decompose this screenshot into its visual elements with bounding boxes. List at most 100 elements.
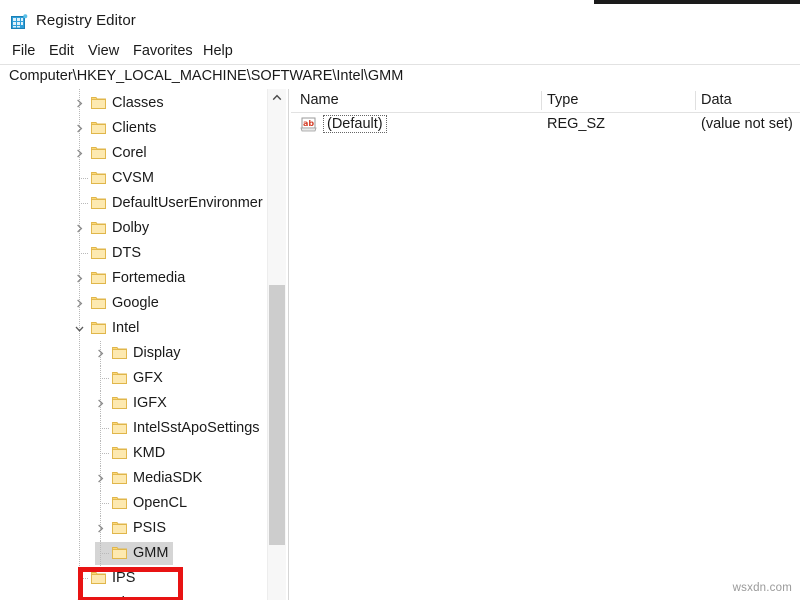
menu-item-file[interactable]: File bbox=[9, 42, 38, 60]
tree-item-label: MediaSDK bbox=[133, 470, 203, 486]
folder-icon bbox=[112, 496, 127, 510]
tree-item-mediasdk[interactable]: MediaSDK bbox=[0, 466, 268, 491]
tree-connector-line bbox=[100, 553, 109, 554]
tree-connector-line bbox=[100, 428, 109, 429]
tree-item-fortemedia[interactable]: Fortemedia bbox=[0, 266, 268, 291]
tree-connector-line bbox=[100, 378, 109, 379]
scrollbar-thumb[interactable] bbox=[269, 285, 285, 545]
folder-icon bbox=[91, 171, 106, 185]
folder-icon bbox=[91, 221, 106, 235]
folder-icon bbox=[91, 121, 106, 135]
tree-item-intelsstaposettings[interactable]: IntelSstApoSettings bbox=[0, 416, 268, 441]
registry-tree-pane[interactable]: Classes Clients Corel CVSM DefaultUserEnviro… bbox=[0, 89, 286, 600]
chevron-right-icon[interactable] bbox=[74, 223, 85, 234]
folder-icon bbox=[112, 471, 127, 485]
annotation-rectangle bbox=[78, 567, 183, 600]
tree-item-dts[interactable]: DTS bbox=[0, 241, 268, 266]
registry-editor-icon bbox=[11, 14, 28, 30]
tree-item-kmd[interactable]: KMD bbox=[0, 441, 268, 466]
tree-item-label: OpenCL bbox=[133, 495, 188, 511]
tree-item-label: Clients bbox=[112, 120, 157, 136]
column-header-type[interactable]: Type bbox=[547, 92, 578, 108]
menu-item-help[interactable]: Help bbox=[200, 42, 236, 60]
tree-item-label: Fortemedia bbox=[112, 270, 186, 286]
tree-item-gmm[interactable]: GMM bbox=[0, 541, 268, 566]
menu-item-view[interactable]: View bbox=[85, 42, 122, 60]
tree-item-psis[interactable]: PSIS bbox=[0, 516, 268, 541]
chevron-right-icon[interactable] bbox=[95, 398, 106, 409]
folder-icon bbox=[91, 296, 106, 310]
chevron-right-icon[interactable] bbox=[95, 523, 106, 534]
chevron-right-icon[interactable] bbox=[95, 348, 106, 359]
registry-editor-window: Registry Editor File Edit View Favorites… bbox=[0, 0, 800, 600]
tree-item-google[interactable]: Google bbox=[0, 291, 268, 316]
svg-text:ab: ab bbox=[303, 119, 314, 128]
folder-icon bbox=[112, 446, 127, 460]
watermark: wsxdn.com bbox=[732, 582, 792, 594]
tree-item-label: CVSM bbox=[112, 170, 154, 186]
tree-item-label: Intel bbox=[112, 320, 140, 336]
tree-item-label: GFX bbox=[133, 370, 163, 386]
chevron-right-icon[interactable] bbox=[74, 98, 85, 109]
chevron-right-icon[interactable] bbox=[74, 298, 85, 309]
tree-item-label: DTS bbox=[112, 245, 141, 261]
folder-icon bbox=[112, 521, 127, 535]
chevron-right-icon[interactable] bbox=[74, 148, 85, 159]
tree-item-label: IntelSstApoSettings bbox=[133, 420, 260, 436]
folder-icon bbox=[91, 246, 106, 260]
tree-connector-line bbox=[100, 453, 109, 454]
tree-item-label: Dolby bbox=[112, 220, 150, 236]
tree-connector-line bbox=[79, 203, 88, 204]
menu-item-favorites[interactable]: Favorites bbox=[130, 42, 196, 60]
table-row[interactable]: ab (Default) REG_SZ (value not set) bbox=[291, 112, 800, 138]
chevron-down-icon[interactable] bbox=[74, 323, 85, 334]
tree-item-label: PSIS bbox=[133, 520, 167, 536]
tree-item-label: GMM bbox=[133, 545, 169, 561]
registry-values-pane[interactable]: Name Type Data ab (Default) REG_SZ (valu… bbox=[291, 89, 800, 600]
value-name[interactable]: (Default) bbox=[323, 115, 387, 133]
string-value-icon: ab bbox=[300, 116, 318, 133]
folder-icon bbox=[91, 271, 106, 285]
tree-item-classes[interactable]: Classes bbox=[0, 91, 268, 116]
value-data: (value not set) bbox=[701, 116, 793, 132]
menu-item-edit[interactable]: Edit bbox=[46, 42, 77, 60]
column-divider-2[interactable] bbox=[695, 91, 696, 110]
value-type: REG_SZ bbox=[547, 116, 606, 132]
tree-item-defaultuserenvironmer[interactable]: DefaultUserEnvironmer bbox=[0, 191, 268, 216]
tree-connector-line bbox=[100, 503, 109, 504]
folder-icon bbox=[112, 546, 127, 560]
chevron-right-icon[interactable] bbox=[74, 123, 85, 134]
tree-vertical-scrollbar[interactable] bbox=[267, 89, 286, 600]
folder-icon bbox=[112, 421, 127, 435]
tree-item-corel[interactable]: Corel bbox=[0, 141, 268, 166]
column-divider-1[interactable] bbox=[541, 91, 542, 110]
tree-item-clients[interactable]: Clients bbox=[0, 116, 268, 141]
tree-connector-line bbox=[79, 253, 88, 254]
tree-item-opencl[interactable]: OpenCL bbox=[0, 491, 268, 516]
column-header-data[interactable]: Data bbox=[701, 92, 732, 108]
chevron-right-icon[interactable] bbox=[95, 473, 106, 484]
tree-connector-line bbox=[79, 178, 88, 179]
column-header-name[interactable]: Name bbox=[300, 92, 339, 108]
tree-item-intel[interactable]: Intel bbox=[0, 316, 268, 341]
chevron-right-icon[interactable] bbox=[74, 273, 85, 284]
tree-item-cvsm[interactable]: CVSM bbox=[0, 166, 268, 191]
folder-icon bbox=[91, 96, 106, 110]
folder-icon bbox=[112, 346, 127, 360]
window-title: Registry Editor bbox=[36, 12, 136, 29]
chevron-up-icon[interactable] bbox=[268, 89, 286, 107]
tree-item-igfx[interactable]: IGFX bbox=[0, 391, 268, 416]
tree-item-label: DefaultUserEnvironmer bbox=[112, 195, 263, 211]
main-content: Classes Clients Corel CVSM DefaultUserEnviro… bbox=[0, 89, 800, 600]
folder-icon bbox=[91, 146, 106, 160]
folder-icon bbox=[112, 371, 127, 385]
tree-item-label: Corel bbox=[112, 145, 147, 161]
tree-item-gfx[interactable]: GFX bbox=[0, 366, 268, 391]
tree-item-dolby[interactable]: Dolby bbox=[0, 216, 268, 241]
address-bar[interactable]: Computer\HKEY_LOCAL_MACHINE\SOFTWARE\Int… bbox=[0, 64, 800, 90]
menu-bar: File Edit View Favorites Help bbox=[0, 38, 800, 64]
tree-item-display[interactable]: Display bbox=[0, 341, 268, 366]
tree-item-label: Display bbox=[133, 345, 181, 361]
tree-item-label: Classes bbox=[112, 95, 164, 111]
tree-item-label: Google bbox=[112, 295, 159, 311]
